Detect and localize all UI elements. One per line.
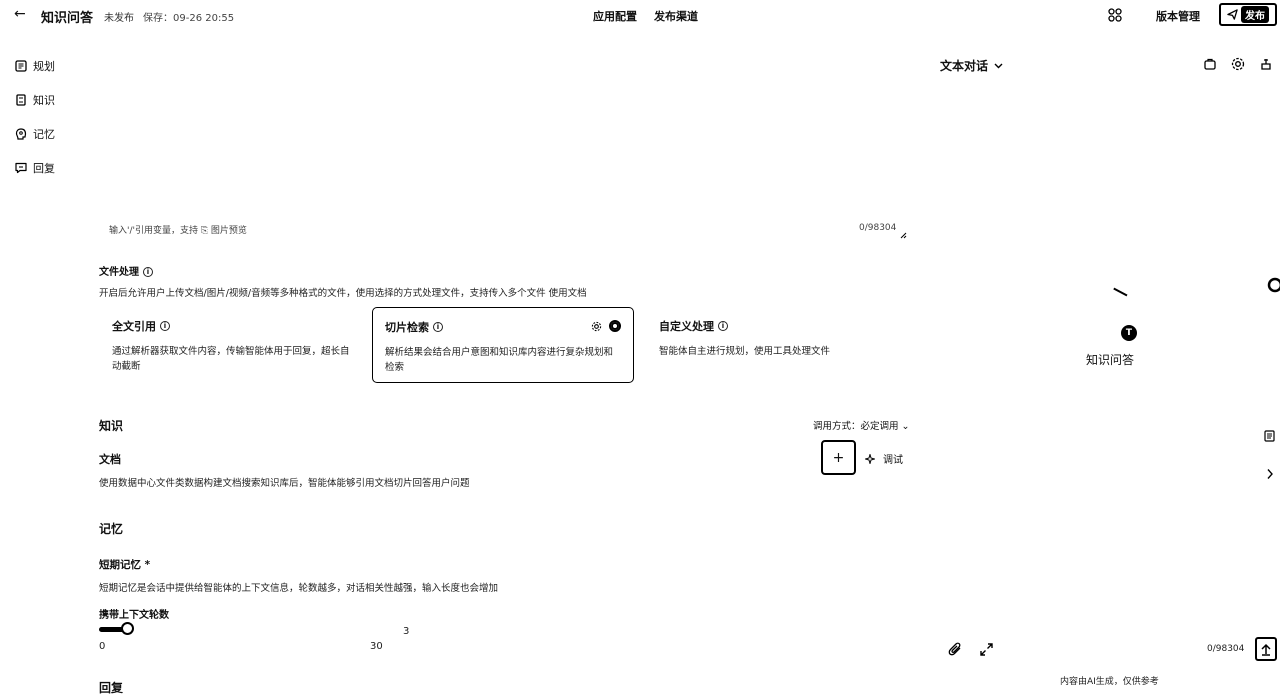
- card-title: 自定义处理: [659, 320, 714, 333]
- debug-label: 调试: [883, 455, 903, 466]
- prompt-input[interactable]: 输入'/'引用变量，支持 ⎘ 图片预览: [109, 223, 247, 236]
- version-management-button[interactable]: 版本管理: [1156, 8, 1200, 24]
- document-desc: 使用数据中心文件类数据构建文档搜索知识库后，智能体能够引用文档切片回答用户问题: [99, 478, 470, 489]
- back-button[interactable]: ←: [14, 6, 26, 22]
- sidebar-item-label: 知识: [33, 94, 55, 107]
- card-full-text[interactable]: 全文引用 i 通过解析器获取文件内容，传输智能体用于回复，超长自动截断: [100, 307, 362, 383]
- sparkle-icon: [865, 453, 875, 464]
- attachment-icon[interactable]: [948, 642, 963, 657]
- info-icon[interactable]: i: [160, 321, 170, 331]
- sidebar-item-memory[interactable]: 记忆: [15, 126, 55, 142]
- ai-disclaimer: 内容由AI生成，仅供参考: [1060, 677, 1159, 687]
- send-plane-icon: [1227, 9, 1238, 20]
- memory-title: 记忆: [99, 522, 124, 536]
- context-rounds-slider-thumb[interactable]: [121, 622, 134, 635]
- card-desc: 智能体自主进行规划，使用工具处理文件: [659, 346, 831, 357]
- debug-button[interactable]: 调试: [865, 451, 903, 466]
- gear-icon[interactable]: [591, 321, 602, 332]
- document-icon[interactable]: [1264, 430, 1275, 442]
- chat-mode-label: 文本对话: [940, 59, 989, 73]
- slider-min: 0: [99, 641, 106, 652]
- slider-max: 30: [370, 641, 383, 652]
- card-title: 全文引用: [112, 320, 156, 333]
- required-mark: *: [144, 559, 151, 571]
- bot-name: 知识问答: [1086, 353, 1135, 367]
- sidebar-item-label: 规划: [33, 60, 55, 73]
- publish-label: 发布: [1241, 6, 1269, 23]
- sidebar-item-knowledge[interactable]: 知识: [15, 92, 55, 108]
- clear-icon[interactable]: [1259, 57, 1273, 71]
- call-mode-select[interactable]: 调用方式：必定调用 ⌄: [813, 418, 909, 432]
- chat-char-count: 0/98304: [1207, 644, 1245, 654]
- knowledge-title: 知识: [99, 419, 124, 433]
- file-processing-desc: 开启后允许用户上传文档/图片/视频/音频等多种格式的文件，使用选择的方式处理文件…: [99, 288, 587, 299]
- bag-icon[interactable]: [1203, 57, 1217, 71]
- radio-selected[interactable]: [609, 320, 621, 332]
- assistant-float-icon[interactable]: [1266, 276, 1280, 294]
- reply-icon: [15, 162, 27, 174]
- card-desc: 解析结果会结合用户意图和知识库内容进行复杂规划和检索: [385, 347, 614, 373]
- tab-app-config[interactable]: 应用配置: [593, 8, 637, 24]
- chat-mode-select[interactable]: 文本对话: [940, 57, 1003, 74]
- short-term-memory-desc: 短期记忆是会话中提供给智能体的上下文信息，轮数越多，对话相关性越强，输入长度也会…: [99, 583, 499, 594]
- bot-avatar: T: [1121, 325, 1137, 341]
- info-icon[interactable]: i: [433, 322, 443, 332]
- card-chunk-retrieval[interactable]: 切片检索 i 解析结果会结合用户意图和知识库内容进行复杂规划和检索: [372, 307, 634, 383]
- file-processing-title: 文件处理 i: [99, 263, 153, 278]
- publish-status: 未发布: [104, 13, 134, 24]
- apps-grid-icon[interactable]: [1108, 8, 1122, 22]
- short-term-memory-title-text: 短期记忆: [99, 559, 141, 571]
- card-title: 切片检索: [385, 321, 429, 334]
- sidebar-item-plan[interactable]: 规划: [15, 58, 55, 74]
- add-document-button[interactable]: +: [821, 440, 856, 475]
- reply-title: 回复: [99, 681, 124, 695]
- plus-icon: +: [832, 449, 845, 466]
- card-desc: 通过解析器获取文件内容，传输智能体用于回复，超长自动截断: [112, 346, 350, 372]
- short-term-memory-title: 短期记忆 *: [99, 557, 150, 572]
- send-icon: [1261, 643, 1271, 656]
- expand-icon[interactable]: [979, 642, 994, 657]
- sidebar-item-label: 记忆: [33, 128, 55, 141]
- info-icon[interactable]: i: [143, 267, 153, 277]
- info-icon[interactable]: i: [718, 321, 728, 331]
- file-processing-title-text: 文件处理: [99, 267, 139, 278]
- prompt-char-count: 0/98304: [859, 223, 897, 233]
- decorative-line: [1113, 287, 1128, 296]
- settings-icon[interactable]: [1231, 57, 1245, 71]
- sidebar-item-reply[interactable]: 回复: [15, 160, 55, 176]
- memory-icon: [15, 128, 27, 140]
- app-title: 知识问答: [41, 11, 94, 26]
- chevron-right-icon[interactable]: [1266, 468, 1274, 480]
- sidebar-item-label: 回复: [33, 162, 55, 175]
- send-button[interactable]: [1255, 637, 1277, 661]
- publish-button[interactable]: 发布: [1219, 3, 1277, 26]
- saved-time: 保存：09-26 20:55: [143, 13, 235, 24]
- resize-grip-icon[interactable]: [899, 231, 907, 239]
- document-title: 文档: [99, 453, 121, 466]
- top-bar: ← 知识问答 未发布 保存：09-26 20:55 应用配置 发布渠道 版本管理…: [0, 0, 1280, 30]
- card-custom-processing[interactable]: 自定义处理 i 智能体自主进行规划，使用工具处理文件: [647, 307, 909, 383]
- context-rounds-label: 携带上下文轮数: [99, 610, 169, 621]
- plan-icon: [15, 60, 27, 72]
- slider-value: 3: [403, 626, 410, 637]
- chevron-down-icon: [994, 63, 1003, 68]
- knowledge-icon: [16, 94, 26, 106]
- tab-publish-channels[interactable]: 发布渠道: [654, 8, 698, 24]
